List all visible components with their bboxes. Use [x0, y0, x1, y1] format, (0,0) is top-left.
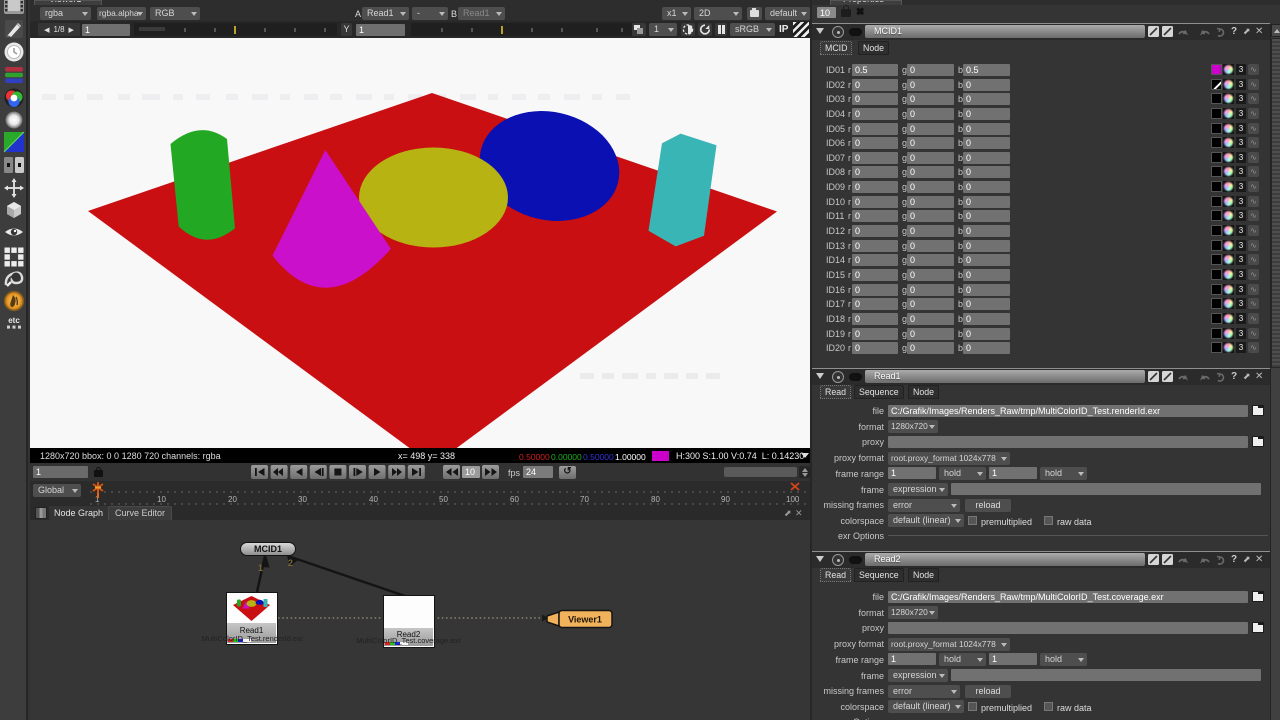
svg-text:Viewer1: Viewer1 [568, 615, 602, 625]
svg-text:1: 1 [258, 563, 263, 573]
svg-text:etc: etc [8, 316, 20, 325]
svg-text:2: 2 [288, 558, 293, 568]
